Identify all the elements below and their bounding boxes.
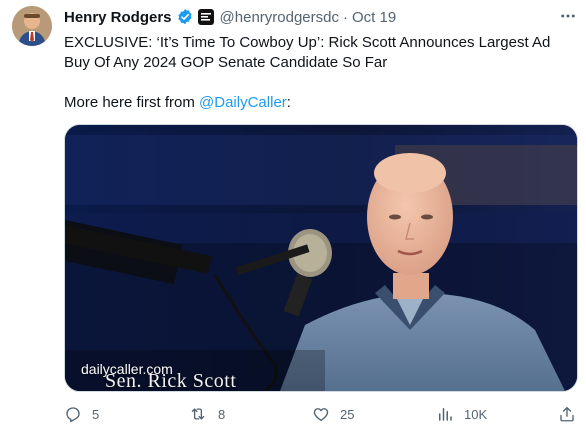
tweet-actions: 5 8 25 10K (64, 402, 578, 426)
video-media[interactable]: dailycaller.com Sen. Rick Scott (64, 124, 578, 392)
views-count: 10K (464, 406, 488, 422)
avatar[interactable] (12, 6, 52, 46)
daily-caller-badge-icon[interactable] (197, 9, 214, 25)
share-button[interactable] (558, 402, 576, 426)
reply-count: 5 (92, 406, 100, 422)
mention-link[interactable]: @DailyCaller (199, 94, 287, 111)
views-button[interactable]: 10K (436, 402, 487, 426)
media-caption: Sen. Rick Scott (105, 370, 237, 392)
tweet-date[interactable]: Oct 19 (352, 9, 396, 26)
video-frame (65, 125, 577, 391)
more-horizontal-icon (561, 14, 575, 18)
more-options-button[interactable] (558, 6, 578, 26)
tweet: Henry Rodgers @henryrodgersdc · Oct 19 E… (0, 0, 586, 429)
source-suffix: : (286, 94, 291, 111)
tweet-headline: EXCLUSIVE: ‘It’s Time To Cowboy Up’: Ric… (64, 34, 551, 71)
tweet-source-line: More here first from @DailyCaller: (64, 93, 574, 113)
author-handle[interactable]: @henryrodgersdc (220, 9, 339, 26)
like-count: 25 (340, 406, 355, 422)
share-icon (560, 406, 574, 422)
retweet-count: 8 (218, 406, 226, 422)
like-button[interactable]: 25 (312, 402, 354, 426)
retweet-button[interactable]: 8 (188, 402, 225, 426)
header-separator: · (342, 8, 348, 26)
verified-badge-icon (176, 8, 194, 26)
author-name[interactable]: Henry Rodgers (64, 9, 172, 26)
avatar-image (12, 6, 52, 46)
tweet-header: Henry Rodgers @henryrodgersdc · Oct 19 (64, 7, 396, 27)
source-prefix: More here first from (64, 94, 200, 111)
heart-icon (313, 408, 329, 422)
reply-icon (66, 407, 80, 423)
reply-button[interactable]: 5 (64, 402, 99, 426)
tweet-text: EXCLUSIVE: ‘It’s Time To Cowboy Up’: Ric… (64, 33, 574, 113)
views-icon (439, 408, 452, 421)
retweet-icon (191, 408, 205, 420)
